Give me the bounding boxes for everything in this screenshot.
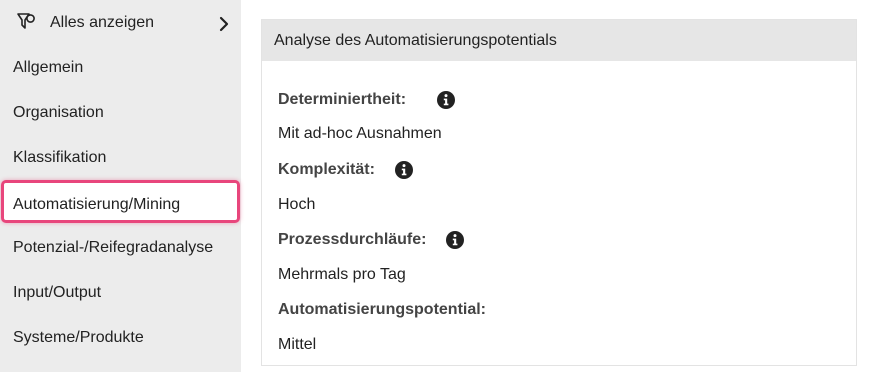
sidebar: Alles anzeigen Allgemein Organisation Kl… bbox=[0, 0, 241, 372]
sidebar-item-potenzial-reifegradanalyse[interactable]: Potenzial-/Reifegradanalyse bbox=[13, 238, 213, 258]
field-label-text: Prozessdurchläufe: bbox=[278, 231, 427, 248]
chevron-right-icon bbox=[219, 16, 229, 32]
panel-title: Analyse des Automatisierungspotentials bbox=[274, 32, 557, 49]
field-label-text: Komplexität: bbox=[278, 161, 375, 178]
page: Alles anzeigen Allgemein Organisation Kl… bbox=[0, 0, 875, 372]
sidebar-item-allgemein[interactable]: Allgemein bbox=[13, 58, 83, 78]
sidebar-item-automatisierung-mining[interactable]: Automatisierung/Mining bbox=[1, 180, 240, 223]
sidebar-item-label: Automatisierung/Mining bbox=[13, 196, 181, 213]
field-value-determiniertheit: Mit ad-hoc Ausnahmen bbox=[278, 125, 442, 142]
sidebar-item-input-output[interactable]: Input/Output bbox=[13, 283, 101, 303]
field-value-prozessdurchlaeufe: Mehrmals pro Tag bbox=[278, 266, 406, 283]
field-value-automatisierungspotential: Mittel bbox=[278, 336, 317, 353]
sidebar-item-organisation[interactable]: Organisation bbox=[13, 103, 104, 123]
field-label-determiniertheit: Determiniertheit: bbox=[278, 90, 456, 110]
info-icon[interactable] bbox=[436, 90, 456, 110]
sidebar-item-klassifikation[interactable]: Klassifikation bbox=[13, 148, 106, 168]
field-value-komplexitaet: Hoch bbox=[278, 196, 316, 213]
field-label-text: Determiniertheit: bbox=[278, 91, 407, 108]
field-label-komplexitaet: Komplexität: bbox=[278, 160, 414, 180]
info-icon[interactable] bbox=[394, 160, 414, 180]
show-all-label: Alles anzeigen bbox=[50, 14, 155, 31]
analysis-panel: Analyse des Automatisierungspotentials D… bbox=[261, 19, 857, 366]
filter-icon bbox=[17, 13, 35, 29]
field-label-automatisierungspotential: Automatisierungspotential: bbox=[278, 300, 486, 320]
field-label-text: Automatisierungspotential: bbox=[278, 301, 487, 318]
field-label-prozessdurchlaeufe: Prozessdurchläufe: bbox=[278, 230, 465, 250]
sidebar-item-systeme-produkte[interactable]: Systeme/Produkte bbox=[13, 328, 144, 348]
show-all-button[interactable]: Alles anzeigen bbox=[0, 0, 241, 44]
info-icon[interactable] bbox=[445, 230, 465, 250]
panel-header: Analyse des Automatisierungspotentials bbox=[262, 20, 856, 61]
